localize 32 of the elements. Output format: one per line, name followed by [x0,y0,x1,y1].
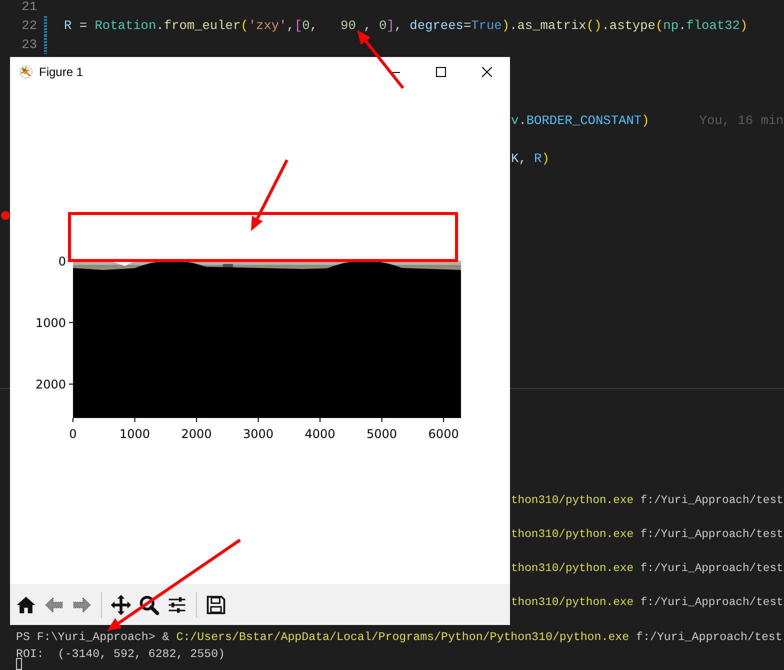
code-line: v.BORDER_CONSTANT) [511,112,650,130]
magnifier-icon [138,594,160,616]
terminal-line: thon310/python.exe f:/Yuri_Approach/test [511,529,784,541]
tick-label: 0 [69,427,77,441]
code-line: R = Rotation.from_euler('zxy',[0, 90 , 0], degrees=True).as_matrix().astype(np.float32) [64,17,748,35]
tick-label: 1000 [35,316,66,330]
app-icon [19,65,33,79]
annotation-arrow [251,159,288,231]
close-icon [482,67,492,77]
tick-label: 6000 [428,427,459,441]
blame-annotation: You, 16 min [699,113,784,128]
tick-label: 4000 [304,427,336,441]
terminal-line: ROI: (-3140, 592, 6282, 2550) [16,648,226,661]
tick-label: 2000 [35,378,66,392]
terminal-line: thon310/python.exe f:/Yuri_Approach/test [511,597,784,609]
maximize-icon [436,67,446,77]
annotation-arrow [357,30,404,89]
code-line: K, R) [511,150,550,168]
axis-ticks [68,322,74,385]
line-number: 22 [20,18,37,33]
terminal-line: thon310/python.exe f:/Yuri_Approach/test [511,563,784,575]
tick-label: 0 [58,254,66,268]
four-way-arrow-icon [110,594,132,616]
terminal-line: thon310/python.exe f:/Yuri_Approach/test [511,495,784,507]
line-number: 21 [20,0,37,14]
terminal-line: PS F:\Yuri_Approach> & C:/Users/Bstar/AppData/Local/Programs/Python/Python310/python.exe f:/Yuri_Approach/test [16,631,782,644]
tick-label: 2000 [181,427,212,441]
window-title: Figure 1 [39,65,84,79]
tick-label: 5000 [366,427,398,441]
tick-label: 3000 [243,427,274,441]
tick-label: 1000 [120,427,150,441]
line-number: 23 [20,37,37,52]
